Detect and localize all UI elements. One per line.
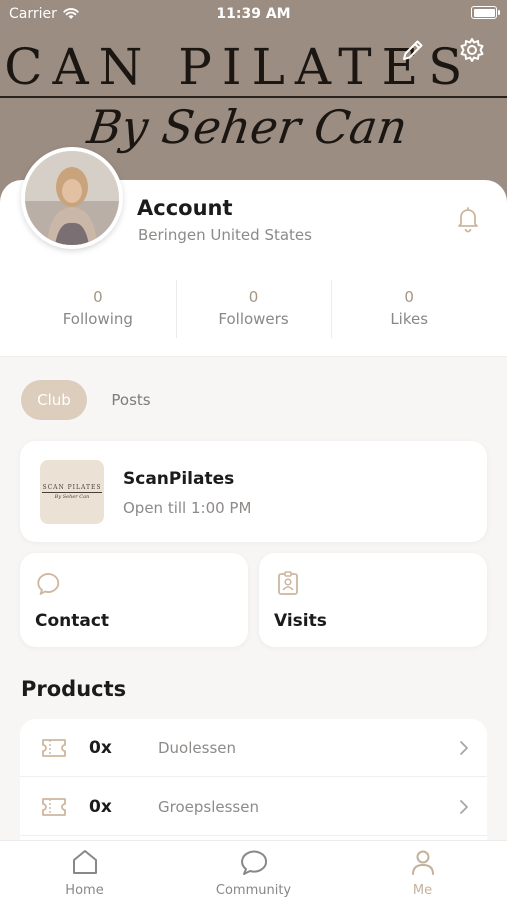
cover-subtitle: By Seher Can <box>84 100 411 154</box>
visits-label: Visits <box>274 611 327 631</box>
home-icon <box>72 850 97 874</box>
tab-club[interactable]: Club <box>21 380 87 420</box>
cover-title: SCAN PILATES <box>0 38 473 96</box>
product-quantity: 0x <box>89 738 112 758</box>
settings-button[interactable] <box>458 36 486 64</box>
stat-followers[interactable]: 0 Followers <box>175 280 332 338</box>
chevron-right-icon <box>460 800 468 814</box>
person-icon <box>411 850 434 875</box>
status-bar: Carrier 11:39 AM <box>0 0 507 30</box>
club-logo: SCAN PILATES By Seher Can <box>40 460 104 524</box>
gear-icon <box>460 38 484 62</box>
product-name: Duolessen <box>158 739 236 757</box>
stat-label: Likes <box>390 310 429 328</box>
club-logo-title: SCAN PILATES <box>42 484 102 493</box>
stat-label: Followers <box>218 310 289 328</box>
club-name: ScanPilates <box>123 469 235 489</box>
stat-value: 0 <box>248 288 259 306</box>
stat-value: 0 <box>93 288 103 306</box>
tab-me-label: Me <box>412 883 433 898</box>
products-list: 0x Duolessen 0x Groepslessen <box>20 719 487 840</box>
tab-me[interactable]: Me <box>338 841 507 900</box>
club-hours: Open till 1:00 PM <box>123 499 252 517</box>
club-logo-subtitle: By Seher Can <box>54 494 90 500</box>
profile-name: Account <box>137 196 233 220</box>
product-name: Groepslessen <box>158 798 259 816</box>
tab-posts[interactable]: Posts <box>96 380 166 420</box>
cover-divider <box>0 96 507 98</box>
battery-icon <box>471 6 500 19</box>
visits-button[interactable]: Visits <box>259 553 487 647</box>
profile-location: Beringen United States <box>138 226 312 244</box>
chat-bubble-icon <box>37 573 60 595</box>
bell-icon <box>458 207 478 233</box>
product-row[interactable]: 0x Groepslessen <box>20 778 487 836</box>
profile-stats: 0 Following 0 Followers 0 Likes <box>20 280 487 338</box>
clock: 11:39 AM <box>216 6 291 22</box>
tab-home[interactable]: Home <box>0 841 169 900</box>
stat-label: Following <box>62 310 133 328</box>
stat-likes[interactable]: 0 Likes <box>331 280 487 338</box>
tab-bar: Home Community Me <box>0 840 507 900</box>
chat-icon <box>240 850 267 875</box>
contact-button[interactable]: Contact <box>20 553 248 647</box>
tab-community-label: Community <box>215 883 292 898</box>
product-row[interactable]: 0x Duolessen <box>20 719 487 777</box>
edit-button[interactable] <box>399 36 427 64</box>
products-title: Products <box>21 677 127 701</box>
id-badge-icon <box>278 571 298 595</box>
notifications-button[interactable] <box>455 205 481 233</box>
tab-community[interactable]: Community <box>169 841 338 900</box>
avatar-photo <box>25 151 119 245</box>
tab-home-label: Home <box>65 883 104 898</box>
stat-value: 0 <box>404 288 414 306</box>
avatar[interactable] <box>21 147 123 249</box>
ticket-icon <box>42 798 66 816</box>
club-card[interactable]: SCAN PILATES By Seher Can ScanPilates Op… <box>20 441 487 542</box>
pencil-icon <box>403 40 423 60</box>
stat-following[interactable]: 0 Following <box>20 280 176 338</box>
product-quantity: 0x <box>89 797 112 817</box>
contact-label: Contact <box>35 611 110 631</box>
ticket-icon <box>42 739 66 757</box>
chevron-right-icon <box>460 741 468 755</box>
